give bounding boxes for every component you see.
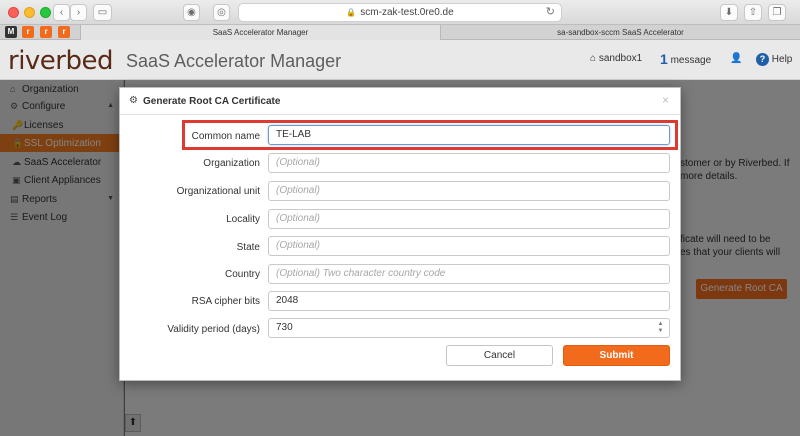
validity-label: Validity period (days) xyxy=(167,324,260,335)
chevron-right-icon: › xyxy=(76,7,81,18)
state-label: State xyxy=(236,242,260,253)
lock-icon: 🔒 xyxy=(346,8,357,17)
forward-button[interactable]: › xyxy=(70,4,87,21)
user-icon: 👤 xyxy=(730,53,743,64)
riverbed-favicon[interactable]: r xyxy=(58,26,70,38)
reload-icon[interactable]: ↻ xyxy=(546,4,555,21)
sidebar-icon: ▭ xyxy=(97,7,108,18)
chevron-left-icon: ‹ xyxy=(59,7,64,18)
rsa-bits-input[interactable]: 2048 xyxy=(268,291,670,311)
stepper-arrows-icon[interactable]: ▲ ▼ xyxy=(656,321,665,335)
cancel-button[interactable]: Cancel xyxy=(446,345,553,366)
message-count: 1 xyxy=(660,51,668,67)
tabs-icon: ❐ xyxy=(772,7,782,18)
browser-toolbar: ‹ › ▭ ◉ ◎ 🔒 scm-zak-test.0re0.de ↻ ⬇ ⇧ ❐ xyxy=(0,0,800,25)
brand-logo: riverbed xyxy=(8,46,114,76)
help-icon: ? xyxy=(756,53,769,66)
validity-stepper[interactable]: 730 ▲ ▼ xyxy=(268,318,670,338)
account-button[interactable]: 👤 xyxy=(730,53,742,64)
close-icon[interactable]: × xyxy=(662,93,669,107)
country-input[interactable]: (Optional) Two character country code xyxy=(268,264,670,284)
back-button[interactable]: ‹ xyxy=(53,4,70,21)
organization-input[interactable]: (Optional) xyxy=(268,153,670,173)
tab-strip: M r r r SaaS Accelerator Manager sa-sand… xyxy=(0,25,800,40)
tab-sa-sandbox[interactable]: sa-sandbox-sccm SaaS Accelerator xyxy=(440,25,800,40)
riverbed-favicon[interactable]: r xyxy=(22,26,34,38)
download-icon: ⬇ xyxy=(724,7,734,18)
extension-button[interactable]: ◉ xyxy=(183,4,200,21)
window-minimize-button[interactable] xyxy=(24,7,35,18)
dialog-header: ⚙ Generate Root CA Certificate × xyxy=(120,88,680,115)
home-icon: ⌂ xyxy=(590,53,597,64)
downloads-button[interactable]: ⬇ xyxy=(720,4,738,21)
shield-icon: ◎ xyxy=(217,7,226,18)
extension-icon: ◉ xyxy=(187,7,196,18)
org-unit-label: Organizational unit xyxy=(176,186,260,197)
generate-root-ca-dialog: ⚙ Generate Root CA Certificate × Common … xyxy=(119,87,681,381)
common-name-input[interactable]: TE-LAB xyxy=(268,125,670,145)
app-title: SaaS Accelerator Manager xyxy=(126,51,342,71)
locality-input[interactable]: (Optional) xyxy=(268,209,670,229)
window-zoom-button[interactable] xyxy=(40,7,51,18)
gmail-favicon[interactable]: M xyxy=(5,26,17,38)
address-text: scm-zak-test.0re0.de xyxy=(360,7,454,18)
org-unit-input[interactable]: (Optional) xyxy=(268,181,670,201)
window-close-button[interactable] xyxy=(8,7,19,18)
dialog-title: Generate Root CA Certificate xyxy=(143,96,281,107)
organization-label: Organization xyxy=(203,158,260,169)
privacy-button[interactable]: ◎ xyxy=(213,4,230,21)
riverbed-favicon[interactable]: r xyxy=(40,26,52,38)
rsa-bits-label: RSA cipher bits xyxy=(191,296,260,307)
tabs-overview-button[interactable]: ❐ xyxy=(768,4,786,21)
user-menu[interactable]: ⌂ sandbox1 xyxy=(590,53,642,64)
app-header: riverbed SaaS Accelerator Manager ⌂ sand… xyxy=(0,40,800,80)
common-name-label: Common name xyxy=(191,131,260,142)
address-bar[interactable]: 🔒 scm-zak-test.0re0.de ↻ xyxy=(238,3,562,22)
gear-icon: ⚙ xyxy=(129,95,138,106)
locality-label: Locality xyxy=(226,214,260,225)
state-input[interactable]: (Optional) xyxy=(268,236,670,256)
share-icon: ⇧ xyxy=(748,7,758,18)
help-link[interactable]: ? Help xyxy=(756,53,792,66)
submit-button[interactable]: Submit xyxy=(563,345,670,366)
messages-link[interactable]: 1 message xyxy=(660,50,711,67)
sidebar-toggle-button[interactable]: ▭ xyxy=(93,4,112,21)
share-button[interactable]: ⇧ xyxy=(744,4,762,21)
tab-saas-accelerator-manager[interactable]: SaaS Accelerator Manager xyxy=(80,25,440,40)
country-label: Country xyxy=(224,269,260,280)
